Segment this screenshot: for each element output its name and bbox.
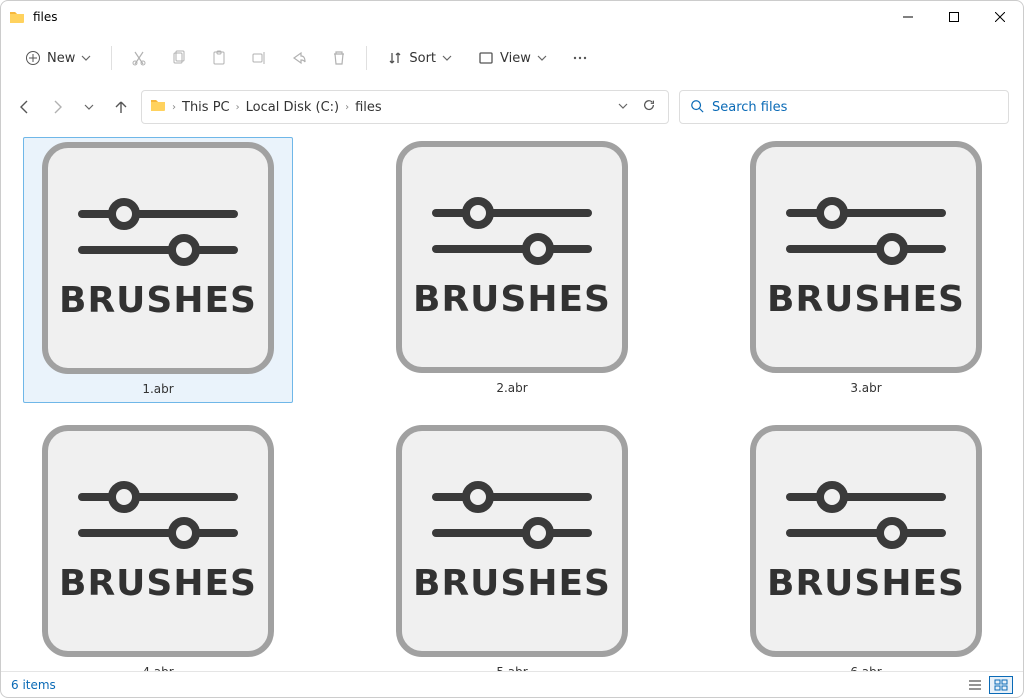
file-item[interactable]: BRUSHES4.abr xyxy=(23,421,293,671)
brush-icon-label: BRUSHES xyxy=(413,563,611,604)
search-input[interactable] xyxy=(712,100,998,115)
folder-icon xyxy=(150,97,166,117)
brush-file-icon: BRUSHES xyxy=(42,425,274,657)
up-button[interactable] xyxy=(111,97,131,117)
delete-button[interactable] xyxy=(322,41,356,75)
view-button[interactable]: View xyxy=(468,41,557,75)
title-bar: files xyxy=(1,1,1023,33)
brush-file-icon: BRUSHES xyxy=(750,141,982,373)
recent-button[interactable] xyxy=(79,97,99,117)
file-item[interactable]: BRUSHES6.abr xyxy=(731,421,1001,671)
view-label: View xyxy=(500,51,531,66)
file-item[interactable]: BRUSHES5.abr xyxy=(377,421,647,671)
rename-button[interactable] xyxy=(242,41,276,75)
paste-button[interactable] xyxy=(202,41,236,75)
brush-file-icon: BRUSHES xyxy=(396,141,628,373)
brush-file-icon: BRUSHES xyxy=(42,142,274,374)
details-view-button[interactable] xyxy=(963,676,987,694)
view-icon xyxy=(478,50,494,66)
brush-icon-label: BRUSHES xyxy=(59,280,257,321)
address-dropdown[interactable] xyxy=(614,100,632,115)
chevron-down-icon xyxy=(81,53,91,63)
chevron-right-icon: › xyxy=(236,102,240,113)
separator xyxy=(111,46,112,70)
brush-file-icon: BRUSHES xyxy=(750,425,982,657)
file-item[interactable]: BRUSHES 1.abr xyxy=(23,137,293,403)
file-grid: BRUSHES1.abrBRUSHES2.abrBRUSHES3.abrBRUS… xyxy=(11,137,1013,671)
file-area[interactable]: BRUSHES1.abrBRUSHES2.abrBRUSHES3.abrBRUS… xyxy=(1,131,1023,671)
breadcrumb-item[interactable]: files xyxy=(355,98,382,117)
new-button[interactable]: New xyxy=(15,41,101,75)
toolbar: New Sort View xyxy=(1,33,1023,83)
separator xyxy=(366,46,367,70)
refresh-button[interactable] xyxy=(638,98,660,116)
search-box[interactable] xyxy=(679,90,1009,124)
sort-icon xyxy=(387,50,403,66)
item-count: 6 items xyxy=(11,678,56,692)
chevron-down-icon xyxy=(442,53,452,63)
file-name: 1.abr xyxy=(142,382,173,396)
file-name: 2.abr xyxy=(496,381,527,395)
chevron-down-icon xyxy=(537,53,547,63)
close-button[interactable] xyxy=(977,1,1023,33)
back-button[interactable] xyxy=(15,97,35,117)
new-label: New xyxy=(47,51,75,66)
more-button[interactable] xyxy=(563,41,597,75)
chevron-right-icon: › xyxy=(345,102,349,113)
nav-buttons xyxy=(15,97,131,117)
file-item[interactable]: BRUSHES 2.abr xyxy=(377,137,647,403)
window-controls xyxy=(885,1,1023,33)
cut-button[interactable] xyxy=(122,41,156,75)
brush-icon-label: BRUSHES xyxy=(767,563,965,604)
breadcrumb-item[interactable]: Local Disk (C:) xyxy=(246,98,339,117)
maximize-button[interactable] xyxy=(931,1,977,33)
chevron-right-icon: › xyxy=(172,102,176,113)
share-button[interactable] xyxy=(282,41,316,75)
status-bar: 6 items xyxy=(1,671,1023,697)
file-item[interactable]: BRUSHES 3.abr xyxy=(731,137,1001,403)
brush-file-icon: BRUSHES xyxy=(396,425,628,657)
sort-label: Sort xyxy=(409,51,436,66)
forward-button[interactable] xyxy=(47,97,67,117)
icons-view-button[interactable] xyxy=(989,676,1013,694)
copy-button[interactable] xyxy=(162,41,196,75)
folder-icon xyxy=(9,9,25,25)
search-icon xyxy=(690,98,704,117)
navigation-row: › This PC › Local Disk (C:) › files xyxy=(1,83,1023,131)
brush-icon-label: BRUSHES xyxy=(413,279,611,320)
file-name: 3.abr xyxy=(850,381,881,395)
address-bar[interactable]: › This PC › Local Disk (C:) › files xyxy=(141,90,669,124)
window-title: files xyxy=(33,10,58,24)
minimize-button[interactable] xyxy=(885,1,931,33)
brush-icon-label: BRUSHES xyxy=(767,279,965,320)
brush-icon-label: BRUSHES xyxy=(59,563,257,604)
sort-button[interactable]: Sort xyxy=(377,41,462,75)
breadcrumb-item[interactable]: This PC xyxy=(182,98,230,117)
